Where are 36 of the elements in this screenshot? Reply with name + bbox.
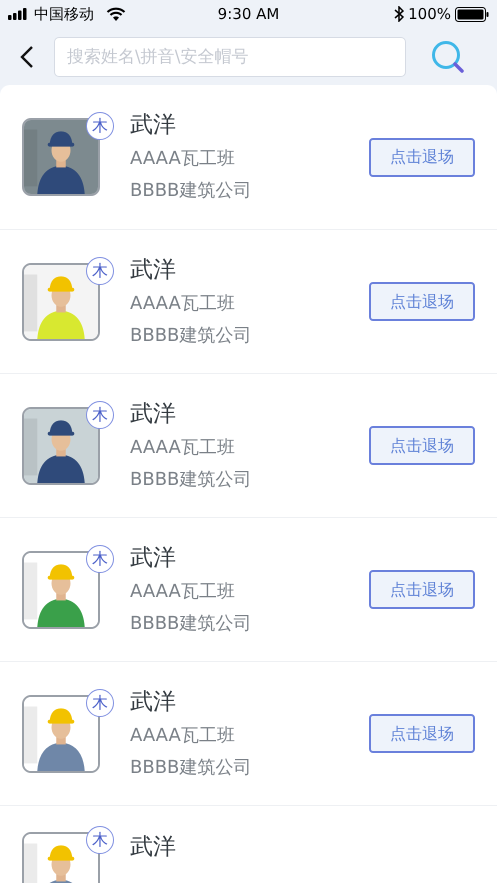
exit-button[interactable]: 点击退场 (369, 570, 475, 609)
exit-button[interactable]: 点击退场 (369, 282, 475, 321)
worker-name: 武洋 (130, 544, 177, 572)
exit-button[interactable]: 点击退场 (369, 714, 475, 753)
status-time: 9:30 AM (218, 4, 280, 25)
team-name: AAAA瓦工班 (130, 292, 236, 316)
team-name: AAAA瓦工班 (130, 147, 236, 171)
badge: 木 (86, 826, 114, 854)
back-icon[interactable] (20, 44, 34, 68)
search-icon[interactable] (430, 38, 466, 74)
company-name: BBBB建筑公司 (130, 324, 252, 348)
company-name: BBBB建筑公司 (130, 179, 252, 203)
battery-icon (455, 6, 489, 22)
badge: 木 (86, 256, 114, 284)
worker-name: 武洋 (130, 111, 177, 140)
badge: 木 (86, 400, 114, 428)
wifi-icon (106, 7, 126, 21)
battery-percent: 100% (408, 4, 451, 25)
badge: 木 (86, 544, 114, 572)
carrier-name: 中国移动 (34, 4, 94, 25)
worker-name: 武洋 (130, 400, 177, 428)
badge: 木 (86, 688, 114, 716)
badge: 木 (86, 112, 114, 140)
exit-button[interactable]: 点击退场 (369, 426, 475, 465)
bluetooth-icon (394, 6, 404, 22)
team-name: AAAA瓦工班 (130, 724, 236, 748)
worker-name: 武洋 (130, 688, 177, 716)
worker-name: 武洋 (130, 833, 177, 862)
worker-name: 武洋 (130, 256, 177, 284)
company-name: BBBB建筑公司 (130, 468, 252, 492)
team-name: AAAA瓦工班 (130, 436, 236, 460)
team-name: AAAA瓦工班 (130, 580, 236, 604)
search-field[interactable]: 搜索姓名\拼音\安全帽号 (54, 36, 406, 76)
company-name: BBBB建筑公司 (130, 612, 252, 636)
exit-button[interactable]: 点击退场 (369, 138, 475, 176)
company-name: BBBB建筑公司 (130, 756, 252, 780)
